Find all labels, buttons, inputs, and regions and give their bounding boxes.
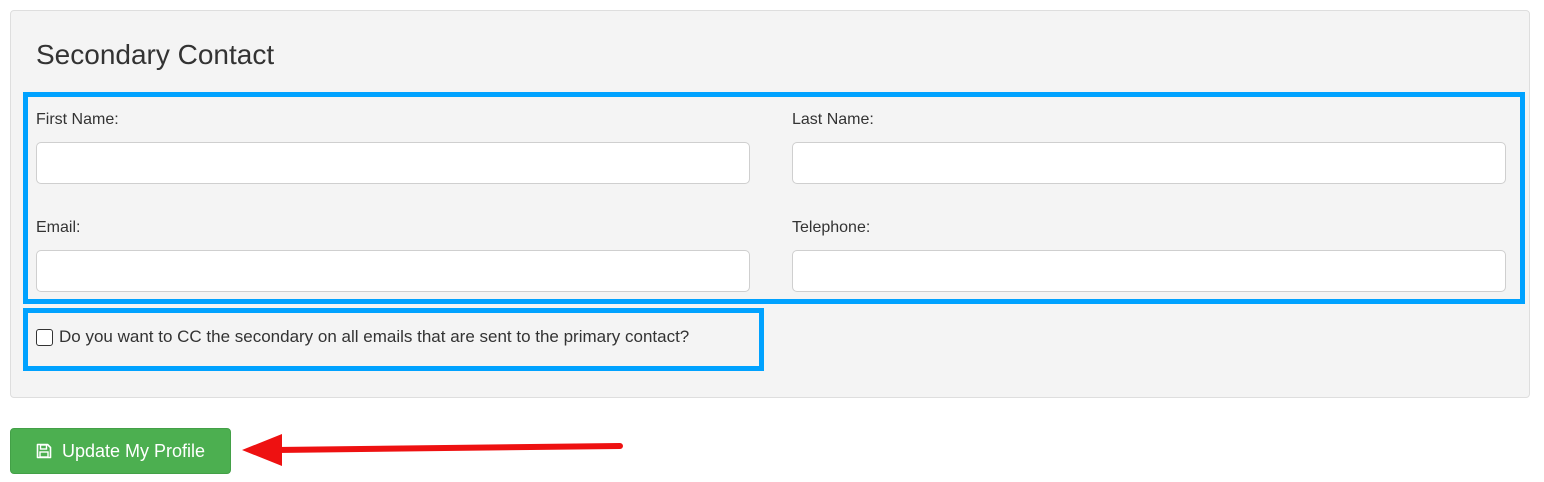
last-name-label: Last Name: <box>792 111 874 128</box>
cc-secondary-checkbox[interactable] <box>36 328 53 346</box>
cc-secondary-option[interactable]: Do you want to CC the secondary on all e… <box>36 326 689 348</box>
save-icon <box>36 443 52 459</box>
email-label: Email: <box>36 219 81 236</box>
first-name-label: First Name: <box>36 111 119 128</box>
pointer-arrow-icon <box>242 434 623 466</box>
telephone-input[interactable] <box>792 250 1506 292</box>
update-profile-button[interactable]: Update My Profile <box>10 428 231 474</box>
cc-secondary-label: Do you want to CC the secondary on all e… <box>59 327 690 346</box>
update-profile-label: Update My Profile <box>61 440 206 461</box>
last-name-input[interactable] <box>792 142 1506 184</box>
telephone-label: Telephone: <box>792 219 871 236</box>
section-title: Secondary Contact <box>36 39 275 70</box>
first-name-input[interactable] <box>36 142 750 184</box>
email-input[interactable] <box>36 250 750 292</box>
